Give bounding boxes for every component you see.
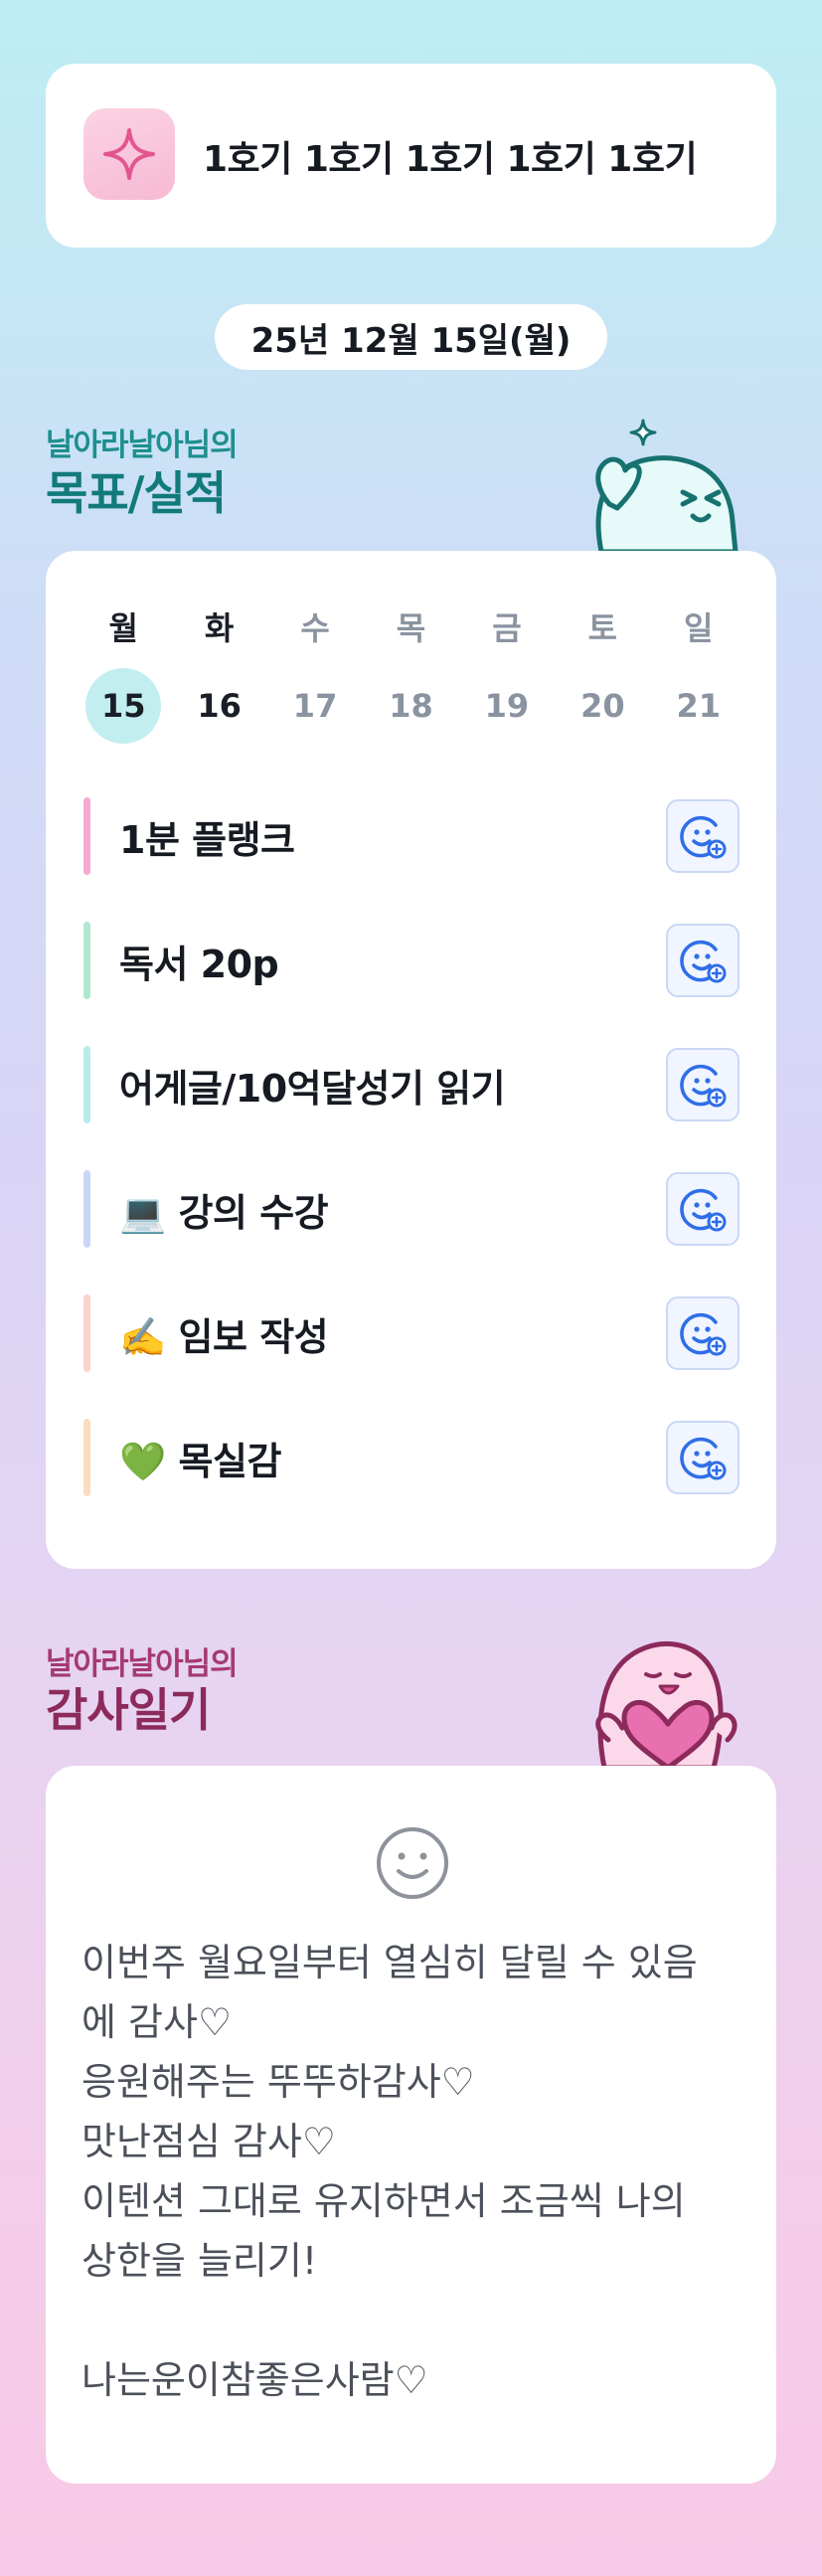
goal-label: ✍️ 임보 작성: [119, 1314, 329, 1359]
date-cell[interactable]: 21: [651, 676, 746, 736]
goal-item: 독서 20p: [83, 914, 740, 1038]
goal-label: 어게글/10억달성기 읽기: [119, 1066, 506, 1111]
goal-color-bar: [83, 1419, 90, 1496]
date-cell[interactable]: 18: [363, 676, 458, 736]
smile-plus-icon[interactable]: [666, 1172, 740, 1246]
smile-plus-icon[interactable]: [666, 1421, 740, 1494]
week-calendar: 월 화 수 목 금 토 일 15 16 17 18 19 20 21: [76, 599, 746, 744]
date-number: 15: [85, 668, 162, 744]
diary-line: 상한을 늘리기!: [82, 2239, 318, 2283]
date-cell[interactable]: 16: [171, 676, 266, 736]
goal-label: 💻 강의 수강: [119, 1190, 329, 1235]
date-label[interactable]: 25년 12월 15일(월): [215, 304, 607, 370]
diary-line: 에 감사♡: [82, 2000, 233, 2044]
goal-label: 1분 플랭크: [119, 817, 295, 862]
smile-plus-icon[interactable]: [666, 1296, 740, 1370]
goal-item: ✍️ 임보 작성: [83, 1287, 740, 1411]
diary-line: 응원해주는 뚜뚜하감사♡: [82, 2060, 475, 2104]
diary-line: [82, 2291, 757, 2350]
diary-line: 이번주 월요일부터 열심히 달릴 수 있음: [82, 1941, 698, 1984]
date-cell[interactable]: 17: [267, 676, 363, 736]
goals-card: 월 화 수 목 금 토 일 15 16 17 18 19 20 21 1분 플랭…: [46, 551, 776, 1569]
smile-icon: [377, 1827, 448, 1899]
weekday-label: 수: [300, 609, 330, 647]
goal-color-bar: [83, 1170, 90, 1248]
goal-color-bar: [83, 1046, 90, 1123]
smile-plus-icon[interactable]: [666, 924, 740, 997]
date-cell-selected[interactable]: 15: [76, 668, 171, 744]
goals-section-title: 목표/실적: [46, 466, 227, 520]
page-title: 1호기 1호기 1호기 1호기 1호기: [203, 138, 698, 180]
goal-label: 독서 20p: [119, 942, 279, 986]
diary-line: 이텐션 그대로 유지하면서 조금씩 나의: [82, 2179, 686, 2223]
diary-text: 이번주 월요일부터 열심히 달릴 수 있음 에 감사♡ 응원해주는 뚜뚜하감사♡…: [82, 1933, 757, 2410]
weekday-label: 월: [108, 609, 138, 647]
weekday-label: 토: [587, 609, 618, 647]
smile-plus-icon[interactable]: [666, 799, 740, 873]
goal-label: 💚 목실감: [119, 1439, 281, 1483]
weekday-label: 목: [396, 609, 426, 647]
weekday-label: 화: [204, 609, 235, 647]
goal-item: 💻 강의 수강: [83, 1162, 740, 1287]
goal-color-bar: [83, 1294, 90, 1372]
header-card: 1호기 1호기 1호기 1호기 1호기: [46, 64, 776, 248]
sparkle-icon: [83, 108, 175, 200]
goal-item: 어게글/10억달성기 읽기: [83, 1038, 740, 1162]
mascot-thumbs-up-illustration: [595, 419, 739, 552]
diary-line: 나는운이참좋은사람♡: [82, 2358, 428, 2402]
mascot-heart-illustration: [595, 1641, 738, 1768]
goal-item: 1분 플랭크: [83, 789, 740, 914]
weekday-label: 일: [684, 609, 714, 647]
goal-color-bar: [83, 922, 90, 999]
diary-line: 맛난점심 감사♡: [82, 2120, 336, 2163]
diary-section-title: 감사일기: [46, 1683, 211, 1737]
date-cell[interactable]: 20: [555, 676, 650, 736]
goal-list: 1분 플랭크 독서 20p 어게글/10억달성기 읽기 💻 강의 수강 ✍️ 임…: [83, 789, 740, 1535]
goal-item: 💚 목실감: [83, 1411, 740, 1535]
date-cell[interactable]: 19: [459, 676, 555, 736]
smile-plus-icon[interactable]: [666, 1048, 740, 1121]
gratitude-diary-card[interactable]: 이번주 월요일부터 열심히 달릴 수 있음 에 감사♡ 응원해주는 뚜뚜하감사♡…: [46, 1766, 776, 2484]
weekday-label: 금: [492, 609, 522, 647]
goal-color-bar: [83, 797, 90, 875]
